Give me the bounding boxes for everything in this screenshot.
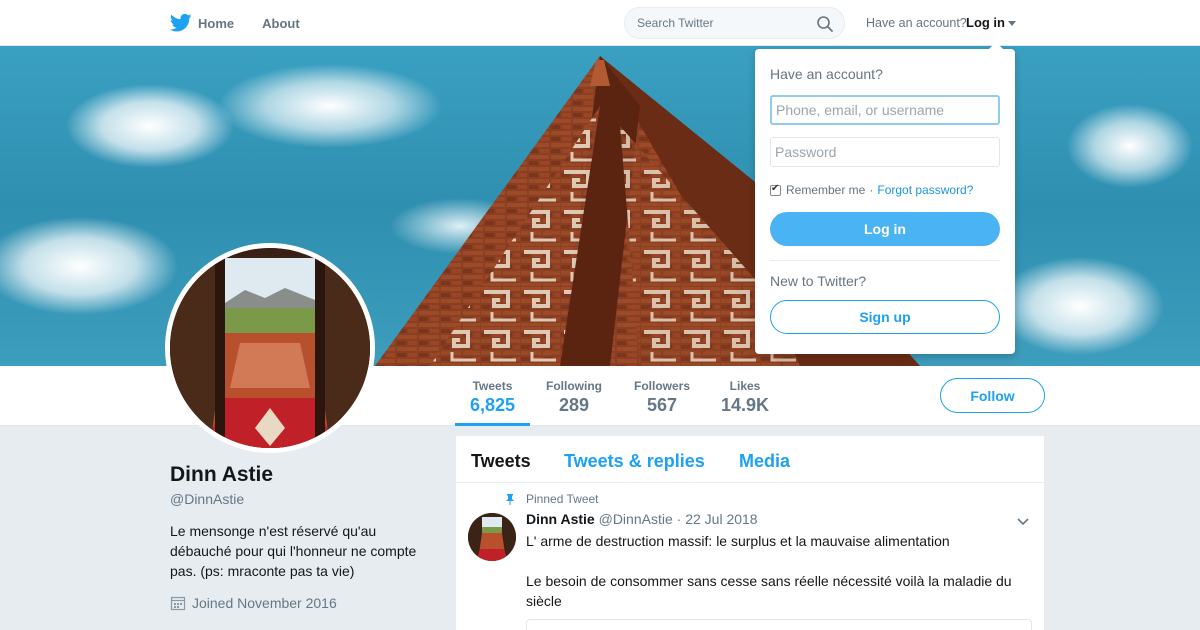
- stat-label: Tweets: [472, 379, 513, 393]
- avatar[interactable]: [165, 243, 375, 453]
- signup-button[interactable]: Sign up: [770, 300, 1000, 334]
- chevron-down-icon[interactable]: [1016, 514, 1030, 528]
- stat-likes[interactable]: Likes 14.9K: [716, 366, 774, 426]
- dropdown-title: Have an account?: [770, 66, 883, 82]
- tweet-line: L' arme de destruction massif: le surplu…: [526, 533, 950, 549]
- stat-value: 289: [558, 395, 590, 415]
- nav-about-link[interactable]: About: [262, 16, 300, 31]
- tweet-media-card[interactable]: [526, 619, 1032, 630]
- calendar-icon: [170, 596, 186, 611]
- search-input[interactable]: Search Twitter: [637, 16, 713, 30]
- pin-icon: [506, 494, 514, 505]
- twitter-bird-icon[interactable]: [170, 13, 192, 33]
- stat-value: 6,825: [469, 395, 516, 415]
- nav-left: Home About: [170, 0, 328, 46]
- stat-value: 567: [646, 395, 678, 415]
- stat-label: Following: [546, 379, 602, 393]
- pinned-text: Pinned Tweet: [526, 492, 599, 506]
- nav-home-link[interactable]: Home: [198, 16, 234, 31]
- remember-checkbox[interactable]: [770, 183, 781, 196]
- have-account-text: Have an account?: [866, 16, 967, 30]
- login-button[interactable]: Log in: [770, 212, 1000, 246]
- dropdown-arrow: [988, 42, 1004, 50]
- pinned-label: Pinned Tweet: [504, 492, 599, 506]
- tweet-date[interactable]: 22 Jul 2018: [685, 511, 757, 527]
- caret-down-icon: [1008, 21, 1016, 27]
- timeline-tabs: Tweets Tweets & replies Media: [456, 436, 1044, 483]
- stat-tweets[interactable]: Tweets 6,825: [455, 366, 530, 426]
- avatar-image: [170, 248, 370, 448]
- stat-followers[interactable]: Followers 567: [626, 366, 698, 426]
- login-menu-label: Log in: [966, 15, 1005, 30]
- password-input[interactable]: [770, 137, 1000, 167]
- follow-button[interactable]: Follow: [940, 378, 1045, 413]
- tab-tweets-replies[interactable]: Tweets & replies: [564, 451, 705, 472]
- new-to-twitter-text: New to Twitter?: [770, 273, 867, 289]
- tab-media[interactable]: Media: [739, 451, 790, 472]
- top-nav: Home About Search Twitter Have an accoun…: [0, 0, 1200, 46]
- joined-text: Joined November 2016: [192, 595, 337, 611]
- login-menu-toggle[interactable]: Log in: [966, 15, 1016, 30]
- login-dropdown: Have an account? Remember me · Forgot pa…: [755, 42, 1015, 354]
- tweet-separator: ·: [676, 511, 682, 527]
- tab-tweets[interactable]: Tweets: [471, 451, 531, 472]
- stat-label: Likes: [729, 379, 761, 393]
- search-icon[interactable]: [816, 15, 834, 33]
- tweet-author-name[interactable]: Dinn Astie: [526, 511, 595, 527]
- stat-value: 14.9K: [720, 395, 770, 415]
- remember-row: Remember me · Forgot password?: [770, 183, 973, 197]
- username-input[interactable]: [770, 95, 1000, 125]
- tweet-text: L' arme de destruction massif: le surplu…: [526, 531, 1026, 611]
- tweet-avatar[interactable]: [468, 513, 516, 561]
- tweet-line: Le besoin de consommer sans cesse sans r…: [526, 573, 1012, 609]
- tweet-avatar-image: [468, 513, 516, 561]
- profile-name[interactable]: Dinn Astie: [170, 463, 273, 487]
- dropdown-divider: [770, 260, 1000, 261]
- profile-joined: Joined November 2016: [170, 595, 337, 611]
- forgot-password-link[interactable]: Forgot password?: [877, 183, 973, 197]
- tweet-header: Dinn Astie @DinnAstie · 22 Jul 2018: [526, 511, 758, 527]
- profile-bio: Le mensonge n'est réservé qu'au débauché…: [170, 523, 417, 579]
- search-box[interactable]: Search Twitter: [624, 7, 845, 39]
- remember-label[interactable]: Remember me: [786, 183, 865, 197]
- remember-separator: ·: [869, 183, 874, 197]
- stat-label: Followers: [633, 379, 690, 393]
- tweet-author-handle[interactable]: @DinnAstie: [599, 511, 673, 527]
- profile-handle[interactable]: @DinnAstie: [170, 491, 244, 507]
- timeline: Tweets Tweets & replies Media Pinned Twe…: [456, 436, 1044, 630]
- stat-following[interactable]: Following 289: [540, 366, 608, 426]
